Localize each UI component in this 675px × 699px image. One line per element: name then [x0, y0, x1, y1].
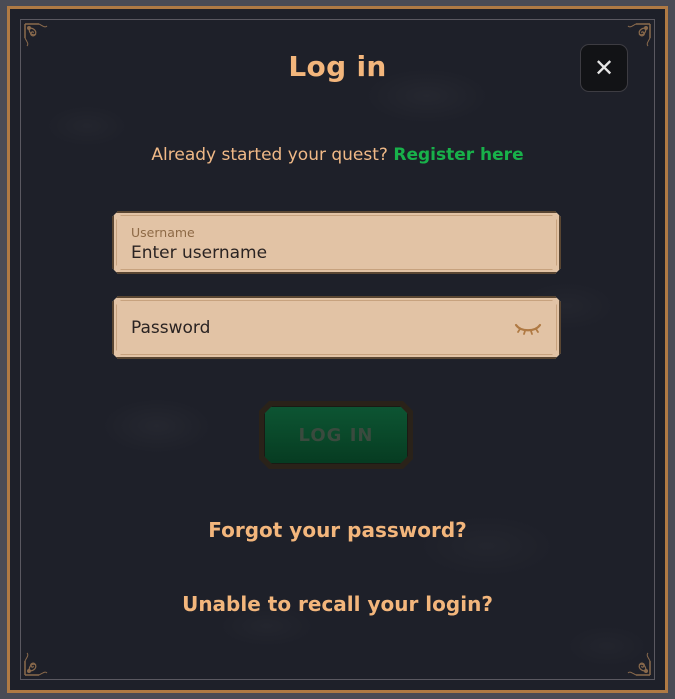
username-field[interactable]: Username	[112, 211, 561, 274]
register-prompt-text: Already started your quest?	[151, 145, 388, 165]
recall-login-link[interactable]: Unable to recall your login?	[7, 592, 668, 616]
password-field[interactable]	[112, 296, 561, 359]
login-button[interactable]: LOG IN	[259, 401, 413, 469]
corner-ornament-icon	[24, 652, 48, 676]
username-label: Username	[131, 225, 195, 240]
eye-closed-icon[interactable]	[513, 318, 543, 338]
forgot-password-link[interactable]: Forgot your password?	[7, 518, 668, 542]
register-link[interactable]: Register here	[393, 145, 523, 165]
close-icon: ✕	[593, 54, 615, 82]
password-input[interactable]	[131, 318, 511, 338]
register-prompt: Already started your quest? Register her…	[7, 145, 668, 165]
username-input[interactable]	[131, 243, 511, 263]
corner-ornament-icon	[627, 652, 651, 676]
login-button-label: LOG IN	[298, 424, 374, 446]
close-button[interactable]: ✕	[580, 44, 628, 92]
login-modal: Log in ✕ Already started your quest? Reg…	[0, 0, 675, 699]
login-button-face: LOG IN	[264, 406, 408, 464]
modal-title: Log in	[288, 50, 387, 83]
